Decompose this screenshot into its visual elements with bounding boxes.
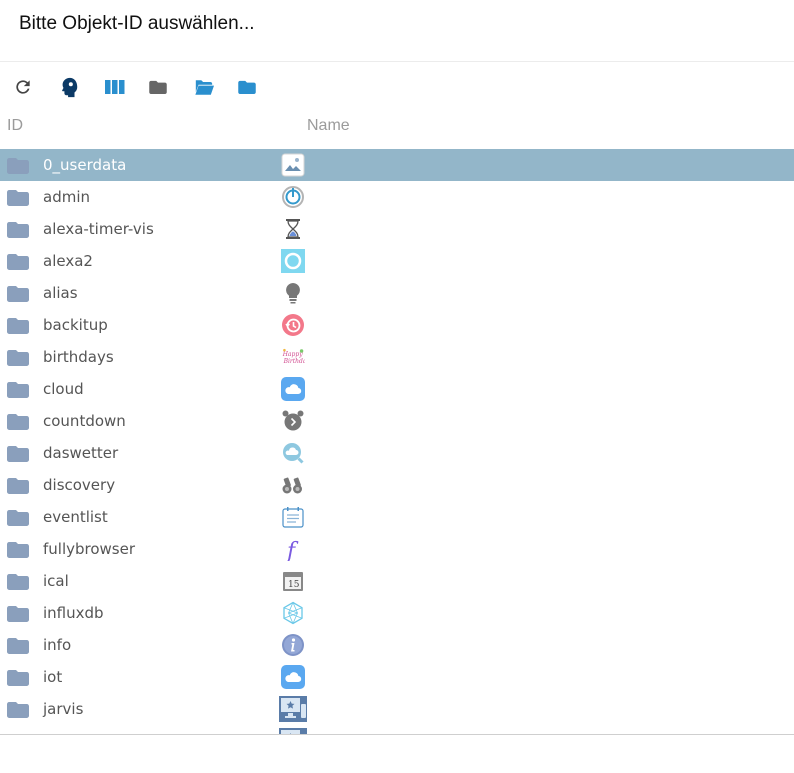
tree-row[interactable]: backitup [0,309,794,341]
folder-icon[interactable] [7,253,29,270]
tree-row[interactable]: jarvis [0,693,794,725]
tree-row-id: countdown [43,412,126,430]
admin-power-icon [279,184,307,210]
refresh-icon [16,80,30,94]
tree-row-id: eventlist [43,508,108,526]
folder-icon[interactable] [7,605,29,622]
folder-icon[interactable] [7,445,29,462]
calendar-list-icon [279,504,307,530]
tree-row-id: ical [43,572,69,590]
folder-icon[interactable] [7,669,29,686]
weather-search-icon [279,440,307,466]
refresh-button[interactable] [8,72,38,102]
alexa-ring-icon [279,248,307,274]
backup-clock-icon [279,312,307,338]
image-icon [279,152,307,178]
title-divider [0,61,794,62]
object-tree: 0_userdataadmin alexa-timer-vis alexa2 alia… [0,149,794,734]
tree-bottom-border [0,734,794,735]
tree-row-id: influxdb [43,604,104,622]
folder-icon[interactable] [7,157,29,174]
expert-head-icon [62,77,78,98]
info-icon [279,632,307,658]
iot-cloud-icon [279,664,307,690]
tree-row-id: backitup [43,316,108,334]
tree-row-id: iot [43,668,63,686]
column-header-name[interactable]: Name [307,117,350,135]
folder-icon[interactable] [7,221,29,238]
tree-row-id: jarvis [43,700,84,718]
tree-row[interactable]: fullybrowser [0,533,794,565]
folder-icon[interactable] [7,637,29,654]
folder-icon[interactable] [7,509,29,526]
tree-row[interactable]: alias [0,277,794,309]
toolbar [0,72,794,102]
folder-icon[interactable] [7,317,29,334]
folder-closed-icon [149,80,167,94]
influxdb-icon [279,600,307,626]
tree-row-id: discovery [43,476,116,494]
tree-row[interactable]: influxdb [0,597,794,629]
tree-row[interactable]: admin [0,181,794,213]
dialog-title: Bitte Objekt-ID auswählen... [19,13,255,34]
folder-icon[interactable] [7,349,29,366]
tree-row-id: alexa-timer-vis [43,220,154,238]
tree-row[interactable] [0,725,794,734]
columns-icon [105,80,125,94]
tree-row-id: alias [43,284,78,302]
tree-row-id: alexa2 [43,252,93,270]
folder-icon[interactable] [7,477,29,494]
tree-row-id: birthdays [43,348,114,366]
expand-one-level-button[interactable] [232,72,262,102]
tree-row[interactable]: 0_userdata [0,149,794,181]
folder-icon[interactable] [7,701,29,718]
collapse-all-button[interactable] [143,72,173,102]
lightbulb-icon [279,280,307,306]
tree-row-id: admin [43,188,90,206]
jarvis-monitor-icon [279,696,307,722]
folder-open-icon [195,79,214,95]
tree-row[interactable]: daswetter [0,437,794,469]
column-header-id[interactable]: ID [7,117,23,135]
folder-icon[interactable] [7,381,29,398]
binoculars-icon [279,472,307,498]
cloud-icon [279,376,307,402]
tree-row[interactable]: cloud [0,373,794,405]
hourglass-icon [279,216,307,242]
alarm-clock-icon [279,408,307,434]
tree-row-id: 0_userdata [43,156,127,174]
folder-icon[interactable] [7,413,29,430]
tree-row[interactable]: birthdays [0,341,794,373]
tree-row[interactable]: eventlist [0,501,794,533]
folder-blue-icon [238,80,256,94]
tree-row-id: fullybrowser [43,540,136,558]
folder-icon[interactable] [7,541,29,558]
expand-all-button[interactable] [189,72,219,102]
tree-row[interactable]: info [0,629,794,661]
tree-row[interactable]: ical [0,565,794,597]
tree-row-id: info [43,636,72,654]
tree-row[interactable]: iot [0,661,794,693]
folder-icon[interactable] [7,189,29,206]
tree-row-id: daswetter [43,444,119,462]
tree-row[interactable]: alexa-timer-vis [0,213,794,245]
folder-icon[interactable] [7,285,29,302]
tree-row[interactable]: discovery [0,469,794,501]
tree-row[interactable]: countdown [0,405,794,437]
calendar-15-icon [279,568,307,594]
expert-mode-button[interactable] [54,72,84,102]
columns-button[interactable] [100,72,130,102]
happy-birthday-icon [279,344,307,370]
tree-row-id: cloud [43,380,84,398]
tree-row[interactable]: alexa2 [0,245,794,277]
fully-f-icon [279,536,307,562]
folder-icon[interactable] [7,573,29,590]
